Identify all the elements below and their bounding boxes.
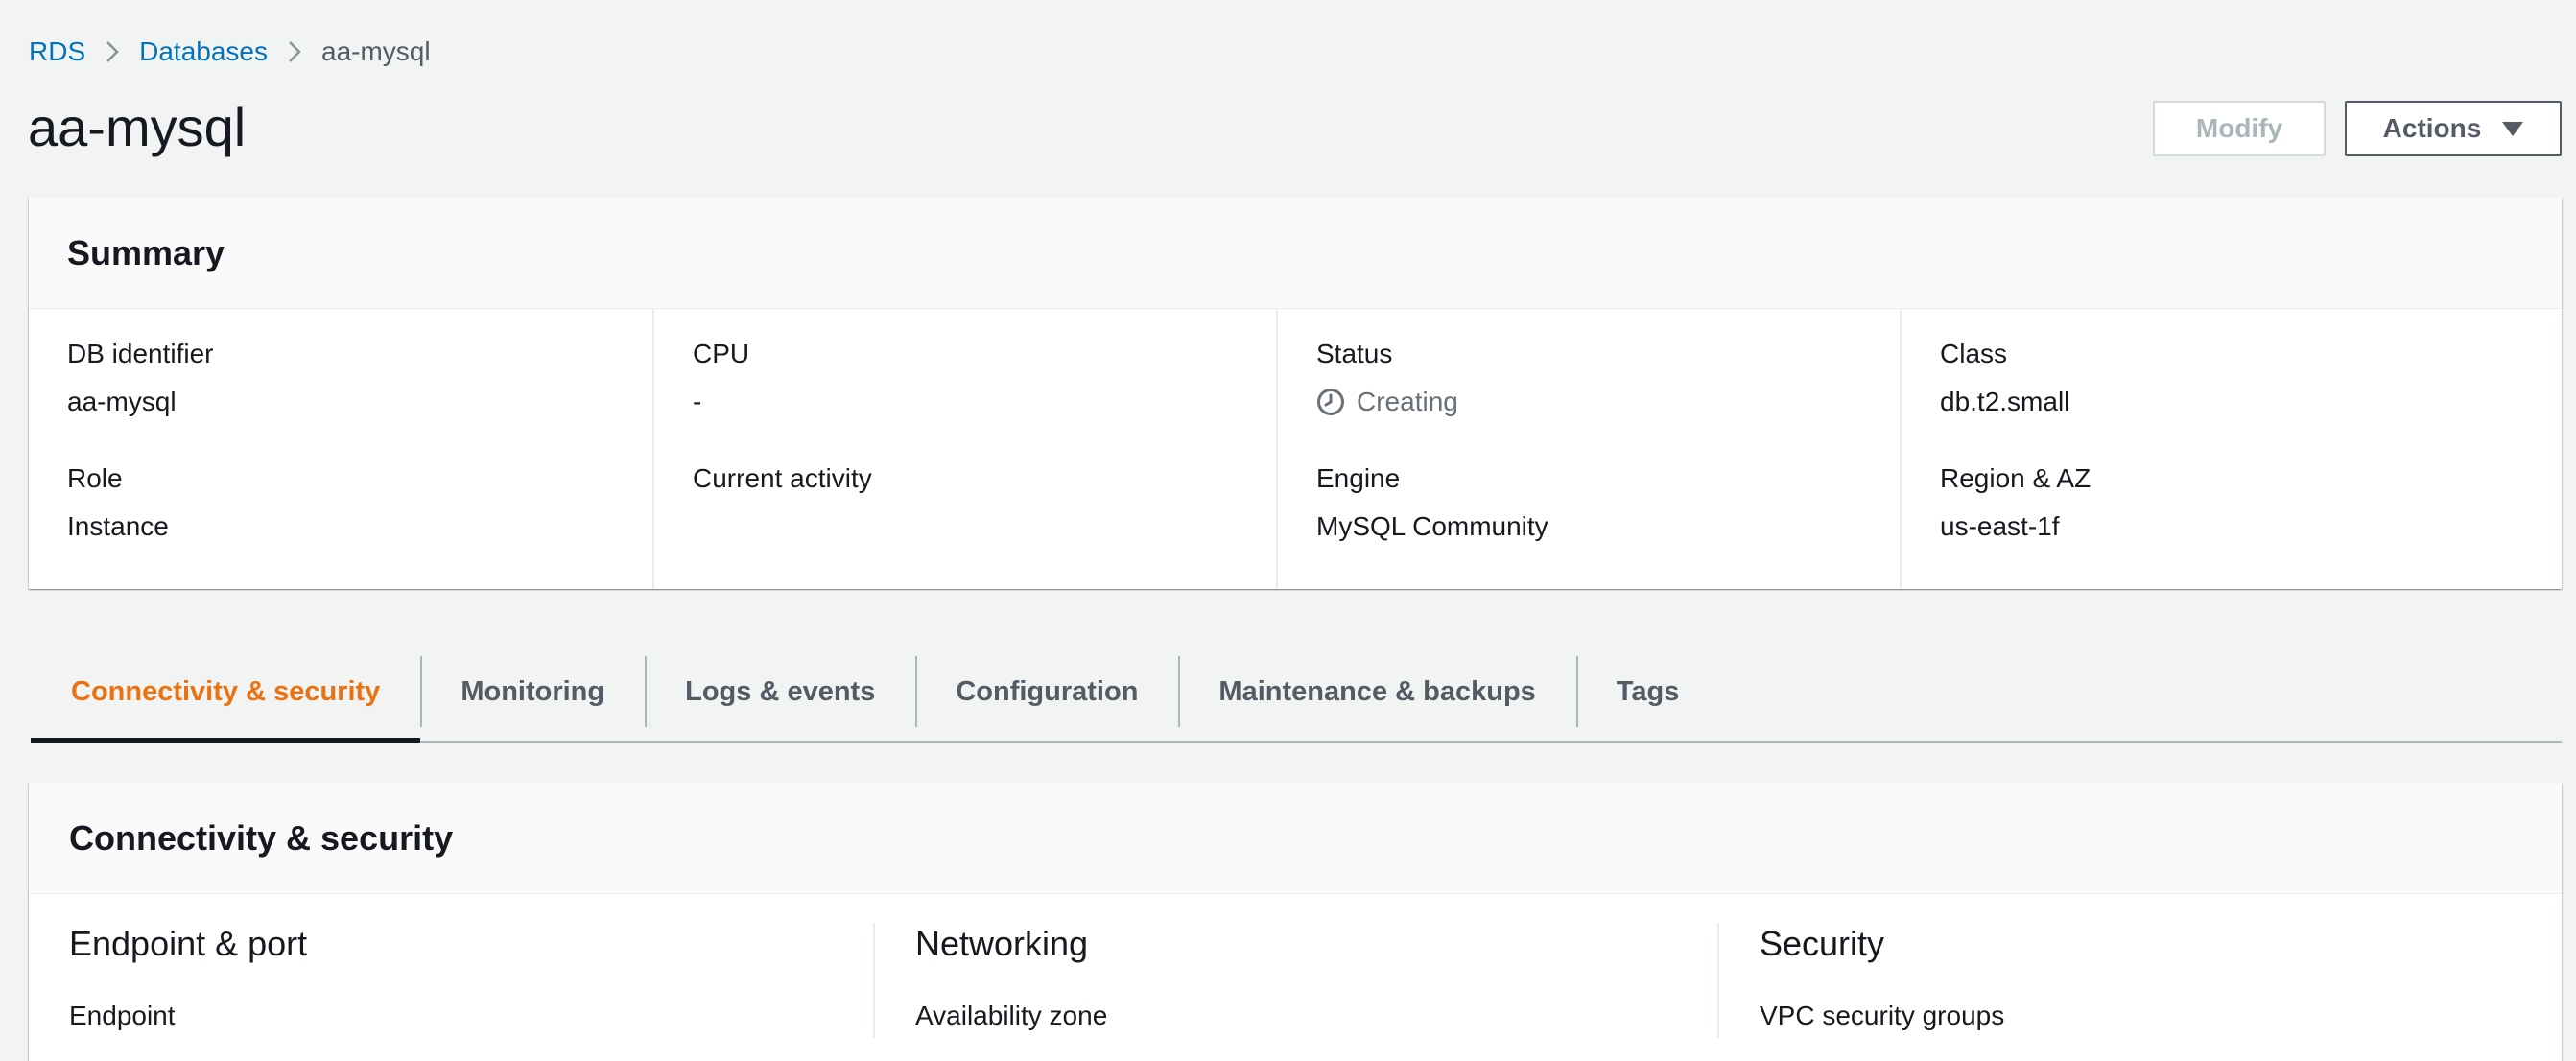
summary-column-identifier: DB identifier aa-mysql Role Instance	[29, 309, 652, 589]
connectivity-panel: Connectivity & security Endpoint & port …	[29, 783, 2562, 1061]
current-activity-label: Current activity	[693, 463, 872, 493]
networking-heading: Networking	[915, 924, 1089, 963]
actions-button[interactable]: Actions	[2345, 101, 2562, 156]
endpoint-port-heading: Endpoint & port	[69, 924, 308, 963]
summary-column-status: Status Creating Engine MySQL Community	[1276, 309, 1900, 589]
class-label: Class	[1940, 339, 2008, 368]
security-heading: Security	[1760, 924, 1885, 963]
endpoint-port-column: Endpoint & port Endpoint	[29, 923, 873, 1038]
breadcrumb: RDS Databases aa-mysql	[29, 33, 431, 71]
status-value: Creating	[1316, 386, 1900, 418]
availability-zone-label: Availability zone	[915, 1001, 1108, 1030]
region-az-label: Region & AZ	[1940, 463, 2092, 493]
actions-button-label: Actions	[2382, 113, 2482, 143]
tab-monitoring[interactable]: Monitoring	[420, 643, 645, 741]
modify-button[interactable]: Modify	[2153, 101, 2326, 156]
engine-value: MySQL Community	[1316, 511, 1548, 541]
summary-column-cpu: CPU - Current activity	[652, 309, 1276, 589]
connectivity-body: Endpoint & port Endpoint Networking Avai…	[29, 894, 2562, 1038]
endpoint-label: Endpoint	[69, 1001, 176, 1030]
caret-down-icon	[2502, 121, 2524, 136]
status-text: Creating	[1357, 387, 1458, 416]
summary-panel: Summary DB identifier aa-mysql Role Inst…	[29, 198, 2562, 589]
networking-column: Networking Availability zone	[873, 923, 1717, 1038]
cpu-value: -	[693, 387, 702, 416]
role-value: Instance	[67, 511, 169, 541]
tab-configuration[interactable]: Configuration	[915, 643, 1178, 741]
tab-maintenance-backups[interactable]: Maintenance & backups	[1178, 643, 1575, 741]
summary-title: Summary	[67, 232, 225, 272]
summary-column-class: Class db.t2.small Region & AZ us-east-1f	[1900, 309, 2523, 589]
connectivity-title: Connectivity & security	[69, 817, 454, 858]
connectivity-header: Connectivity & security	[29, 783, 2562, 894]
summary-header: Summary	[29, 198, 2562, 309]
db-identifier-label: DB identifier	[67, 339, 214, 368]
page-title: aa-mysql	[28, 97, 247, 157]
region-az-value: us-east-1f	[1940, 511, 2060, 541]
tab-logs-events[interactable]: Logs & events	[645, 643, 915, 741]
status-label: Status	[1316, 339, 1393, 368]
security-column: Security VPC security groups	[1717, 923, 2562, 1038]
role-label: Role	[67, 463, 123, 493]
breadcrumb-databases-link[interactable]: Databases	[139, 36, 268, 67]
vpc-security-groups-label: VPC security groups	[1760, 1001, 2005, 1030]
cpu-label: CPU	[693, 339, 750, 368]
chevron-right-icon	[85, 39, 139, 64]
class-value: db.t2.small	[1940, 387, 2070, 416]
db-identifier-value: aa-mysql	[67, 387, 177, 416]
tab-connectivity-security[interactable]: Connectivity & security	[31, 643, 421, 743]
summary-body: DB identifier aa-mysql Role Instance CPU…	[29, 309, 2562, 589]
clock-icon	[1317, 389, 1344, 415]
engine-label: Engine	[1316, 463, 1401, 493]
chevron-right-icon	[268, 39, 321, 64]
detail-tabs: Connectivity & security Monitoring Logs …	[31, 643, 2562, 743]
breadcrumb-rds-link[interactable]: RDS	[29, 36, 85, 67]
tab-tags[interactable]: Tags	[1575, 643, 1720, 741]
breadcrumb-current: aa-mysql	[321, 36, 431, 66]
current-activity-value	[693, 510, 1276, 543]
